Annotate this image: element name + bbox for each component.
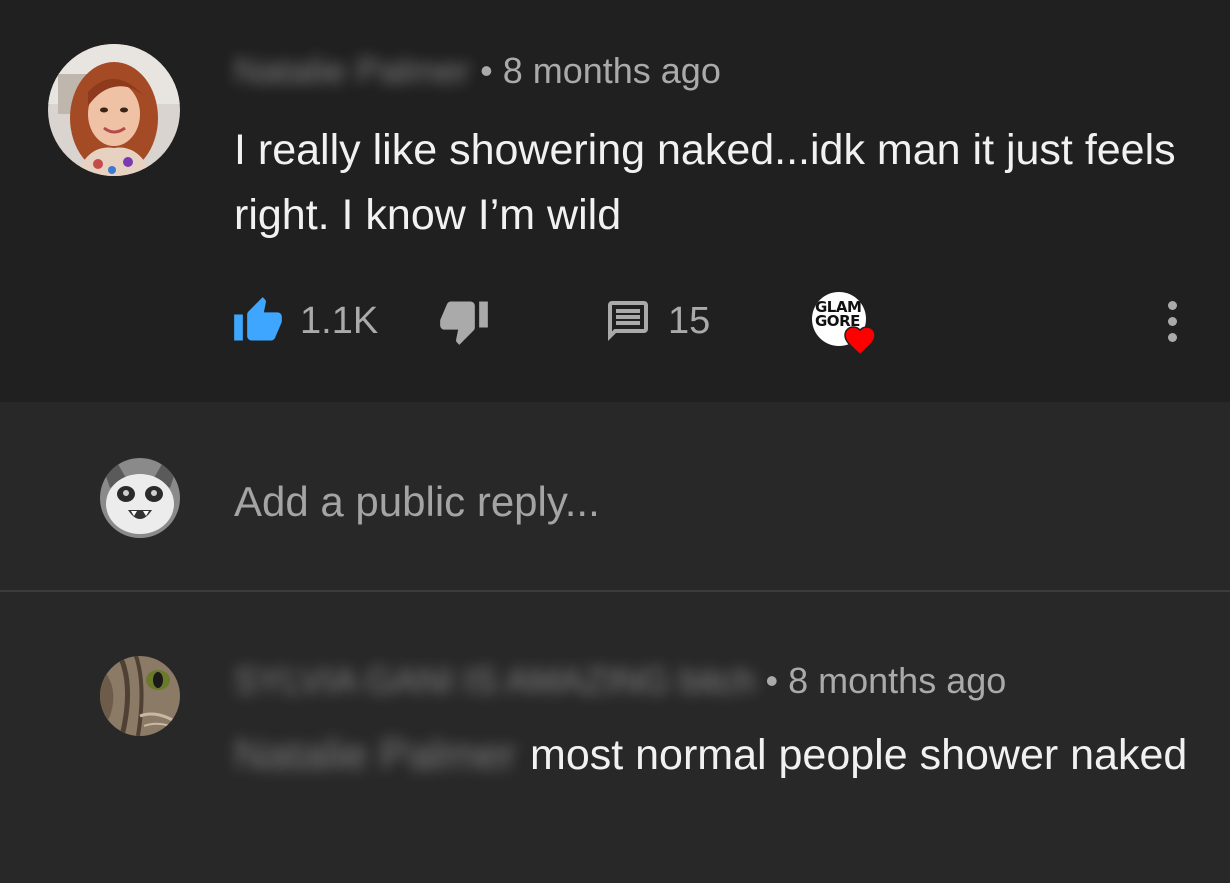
public-reply-input[interactable]: [234, 474, 1134, 530]
mention-link[interactable]: Natalie Palmer: [234, 722, 516, 788]
like-count: 1.1K: [300, 299, 379, 342]
reply-timestamp[interactable]: 8 months ago: [788, 660, 1006, 701]
comment-action-bar: 1.1K 15 GLAM GORE: [232, 288, 1192, 356]
current-user-avatar: [100, 458, 180, 538]
reply-input-row: [0, 402, 1230, 590]
reply-author-avatar[interactable]: [100, 656, 180, 736]
reply-author-name[interactable]: SYLVIA GANI IS AMAZING bitch: [234, 660, 756, 702]
heart-icon: [844, 326, 876, 356]
reply-icon: [608, 301, 648, 341]
comment-timestamp[interactable]: 8 months ago: [503, 50, 721, 91]
comment-thread: Natalie Palmer • 8 months ago I really lik…: [0, 0, 1230, 883]
top-comment: Natalie Palmer • 8 months ago I really lik…: [0, 0, 1230, 402]
current-user-avatar-image: [100, 458, 180, 538]
comment-body: I really like showering naked...idk man …: [234, 126, 1176, 239]
reply-body: Natalie Palmer most normal people shower …: [234, 722, 1194, 788]
dislike-icon: [440, 301, 488, 345]
reply-text: most normal people shower naked: [530, 731, 1188, 779]
reply-count: 15: [668, 299, 711, 342]
like-icon: [234, 297, 282, 341]
like-button[interactable]: 1.1K: [232, 288, 378, 354]
reply-author-avatar-image: [100, 656, 180, 736]
reply-comment: SYLVIA GANI IS AMAZING bitch • 8 months ag…: [0, 592, 1230, 883]
reply-header: SYLVIA GANI IS AMAZING bitch • 8 months ag…: [234, 660, 1006, 702]
author-name[interactable]: Natalie Palmer: [234, 50, 470, 92]
reply-count-button[interactable]: 15: [604, 288, 710, 354]
separator-bullet: •: [480, 50, 493, 91]
more-vert-icon: [1167, 300, 1177, 310]
more-actions-button[interactable]: [1152, 290, 1192, 352]
dislike-button[interactable]: [438, 288, 490, 354]
separator-bullet: •: [765, 660, 779, 701]
comment-header: Natalie Palmer • 8 months ago: [234, 50, 721, 92]
creator-heart-badge: GLAM GORE: [812, 292, 882, 362]
author-avatar[interactable]: [48, 44, 180, 176]
author-avatar-image: [48, 44, 180, 176]
